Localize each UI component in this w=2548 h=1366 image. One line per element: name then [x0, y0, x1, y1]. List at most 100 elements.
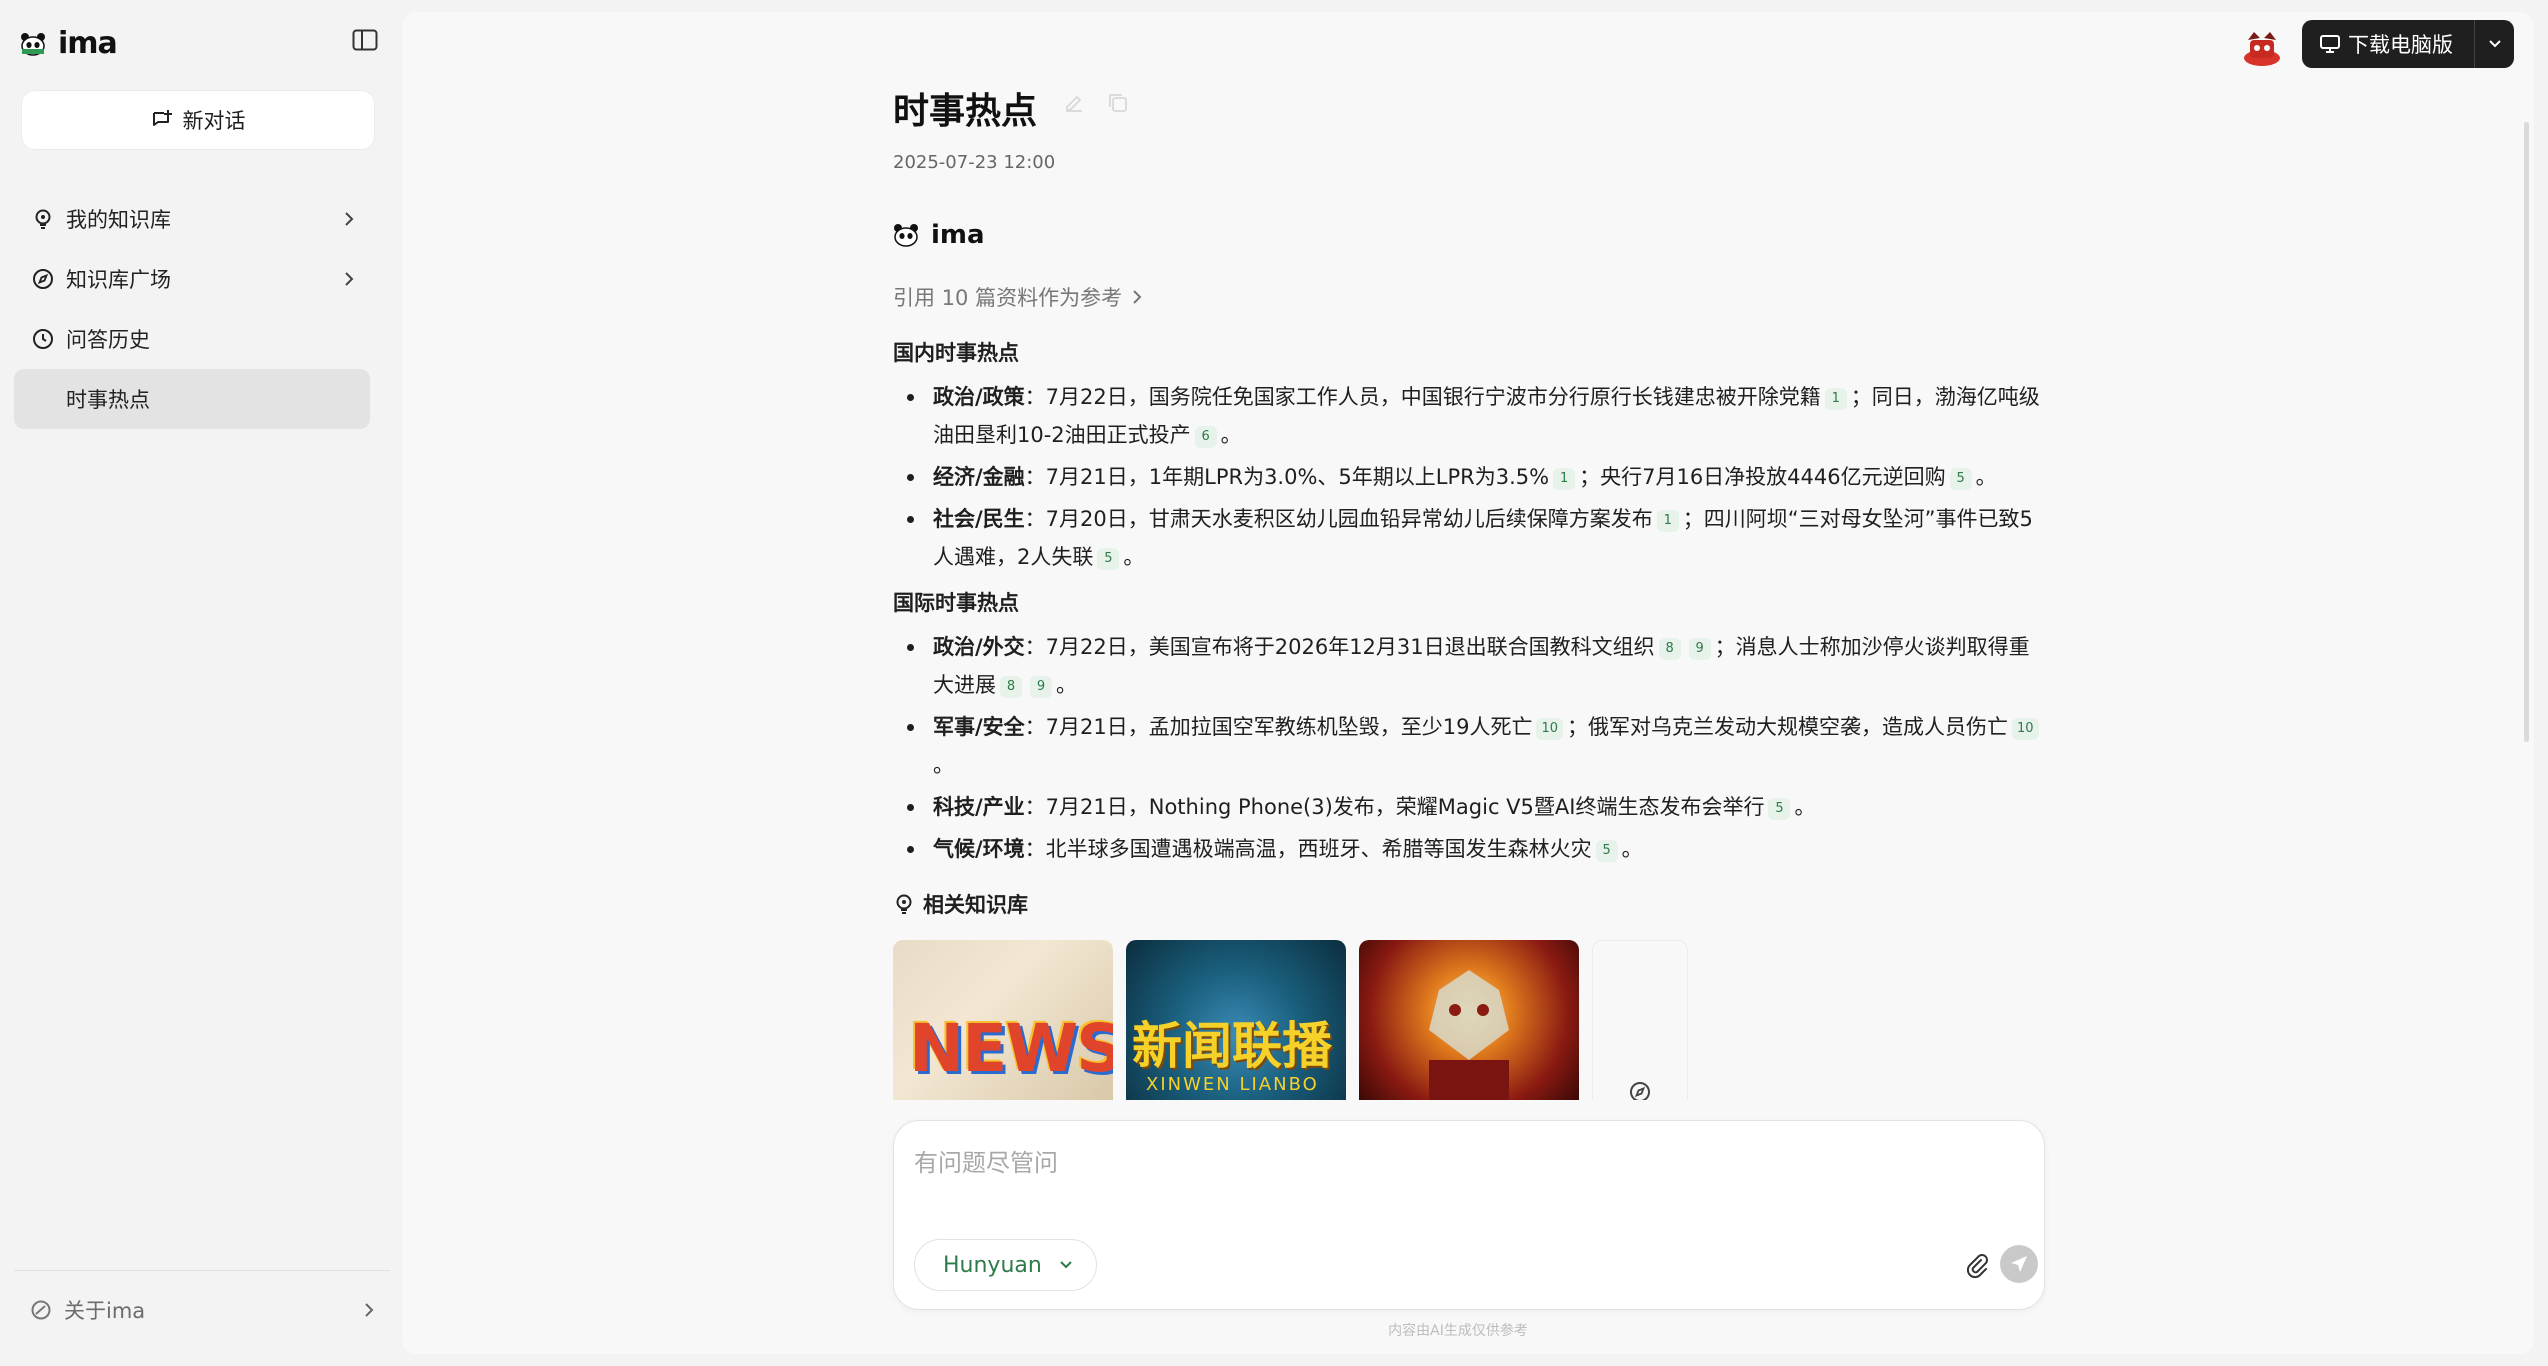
kb-card-more[interactable] [1592, 940, 1688, 1100]
attach-button[interactable] [1962, 1251, 1992, 1281]
item-text: 。 [1123, 545, 1145, 569]
question-input[interactable] [914, 1143, 2014, 1203]
citation-badge[interactable]: 6 [1194, 426, 1217, 448]
item-tag: 政治/政策 [933, 385, 1025, 409]
kb-card-art-subtext: XINWEN LIANBO [1146, 1074, 1319, 1095]
list-item: 政治/政策：7月22日，国务院任免国家工作人员，中国银行宁波市分行原行长钱建忠被… [893, 378, 2043, 454]
paperclip-icon [1966, 1254, 1988, 1279]
sidebar-item-my-knowledge-base[interactable]: 我的知识库 [14, 189, 370, 249]
sidebar-item-label: 我的知识库 [66, 208, 171, 232]
related-kb-label: 相关知识库 [923, 893, 1028, 917]
kb-card-dragon[interactable] [1359, 940, 1579, 1100]
chevron-right-icon [340, 269, 358, 289]
bulb-icon [32, 208, 54, 230]
sidebar-item-label: 知识库广场 [66, 268, 171, 292]
citation-badge[interactable]: 5 [1949, 468, 1972, 490]
new-chat-icon [152, 110, 172, 126]
list-item: 军事/安全：7月21日，孟加拉国空军教练机坠毁，至少19人死亡 10 ；俄军对乌克兰… [893, 708, 2043, 784]
citation-badge[interactable]: 8 [1658, 638, 1681, 660]
clock-icon [32, 328, 54, 350]
item-tag: 政治/外交 [933, 635, 1025, 659]
bot-header: ima [893, 220, 985, 250]
sidebar-divider [14, 1270, 390, 1271]
list-item: 政治/外交：7月22日，美国宣布将于2026年12月31日退出联合国教科文组织 8… [893, 628, 2043, 704]
model-selector[interactable]: Hunyuan [914, 1239, 1097, 1291]
chevron-down-icon [2488, 40, 2501, 48]
edit-icon[interactable] [1063, 92, 1085, 114]
composer: Hunyuan [893, 1120, 2045, 1310]
domestic-list: 政治/政策：7月22日，国务院任免国家工作人员，中国银行宁波市分行原行长钱建忠被… [893, 378, 2043, 576]
citation-badge[interactable]: 1 [1824, 388, 1847, 410]
item-text: ；央行7月16日净投放4446亿元逆回购 [1579, 465, 1946, 489]
citation-badge[interactable]: 10 [1536, 718, 1564, 740]
citation-badge[interactable]: 5 [1595, 840, 1618, 862]
answer-body: 国内时事热点 政治/政策：7月22日，国务院任免国家工作人员，中国银行宁波市分行… [893, 334, 2043, 876]
title-actions [1063, 92, 1129, 114]
citation-badge[interactable]: 8 [1000, 676, 1022, 698]
ai-disclaimer: 内容由AI生成仅供参考 [402, 1320, 2534, 1340]
page-title: 时事热点 [893, 91, 1038, 132]
section-heading-domestic: 国内时事热点 [893, 341, 1019, 365]
leaf-icon [30, 1299, 52, 1321]
list-item: 社会/民生：7月20日，甘肃天水麦积区幼儿园血铅异常幼儿后续保障方案发布 1 ；四川… [893, 500, 2043, 576]
citation-badge[interactable]: 1 [1553, 468, 1576, 490]
kb-card-news[interactable]: NEWS [893, 940, 1113, 1100]
section-heading-international: 国际时事热点 [893, 591, 1019, 615]
list-item: 经济/金融：7月21日，1年期LPR为3.0%、5年期以上LPR为3.5% 1 ；央… [893, 458, 2043, 496]
download-desktop-button[interactable]: 下载电脑版 [2302, 20, 2514, 68]
main-panel: 下载电脑版 时事热点 2025-07-23 12:00 ima 引用 10 篇资… [402, 12, 2534, 1354]
download-options-dropdown[interactable] [2475, 20, 2514, 68]
item-text: 。 [1794, 795, 1816, 819]
new-chat-label: 新对话 [182, 109, 246, 133]
app-logo[interactable]: ima [20, 26, 118, 61]
about-ima-button[interactable]: 关于ima [14, 1280, 384, 1340]
user-avatar[interactable] [2240, 28, 2284, 68]
sidebar-item-label: 问答历史 [66, 328, 150, 352]
panda-avatar-icon [894, 224, 918, 247]
item-tag: 社会/民生 [933, 507, 1025, 531]
list-item: 气候/环境：北半球多国遭遇极端高温，西班牙、希腊等国发生森林火灾 5。 [893, 830, 2043, 868]
list-item: 科技/产业：7月21日，Nothing Phone(3)发布，荣耀Magic V… [893, 788, 2043, 826]
kb-card-xinwen-lianbo[interactable]: 新闻联播 XINWEN LIANBO [1126, 940, 1346, 1100]
item-text: ：7月22日，国务院任免国家工作人员，中国银行宁波市分行原行长钱建忠被开除党籍 [1024, 385, 1821, 409]
bot-name: ima [931, 220, 985, 250]
content-scrollbar[interactable] [2524, 122, 2529, 742]
item-tag: 科技/产业 [933, 795, 1025, 819]
sidebar-item-qa-history[interactable]: 问答历史 [14, 309, 370, 369]
item-text: 。 [1975, 465, 1997, 489]
kb-card-art-text: 新闻联播 [1132, 1017, 1332, 1075]
toggle-sidebar-icon[interactable] [352, 29, 378, 51]
item-tag: 气候/环境 [933, 837, 1025, 861]
bulb-icon [896, 894, 912, 914]
chevron-right-icon [1133, 290, 1142, 304]
copy-icon[interactable] [1107, 92, 1129, 114]
dragon-image [1429, 970, 1509, 1100]
citation-badge[interactable]: 9 [1030, 676, 1052, 698]
sidebar: ima 新对话 我的知识库 知识库广场 问答历史 时事热点 关于ima [0, 0, 402, 1366]
kb-card-art-text: NEWS [909, 1010, 1113, 1087]
citation-badge[interactable]: 5 [1768, 798, 1791, 820]
chevron-right-icon [340, 209, 358, 229]
logo-text: ima [58, 26, 118, 61]
sidebar-item-knowledge-square[interactable]: 知识库广场 [14, 249, 370, 309]
about-label: 关于ima [64, 1299, 146, 1323]
monitor-icon [2320, 35, 2340, 53]
citation-badge[interactable]: 10 [2012, 718, 2039, 740]
item-text: ：7月21日，孟加拉国空军教练机坠毁，至少19人死亡 [1024, 715, 1533, 739]
references-link[interactable]: 引用 10 篇资料作为参考 [893, 282, 1144, 312]
citation-badge[interactable]: 9 [1688, 638, 1711, 660]
compass-icon [1629, 1081, 1651, 1100]
download-main-part[interactable]: 下载电脑版 [2302, 20, 2474, 68]
related-kb-heading: 相关知识库 [893, 889, 1028, 919]
send-button[interactable] [2000, 1245, 2038, 1283]
item-text: ：北半球多国遭遇极端高温，西班牙、希腊等国发生森林火灾 [1024, 837, 1592, 861]
chevron-right-icon [360, 1300, 378, 1320]
new-chat-button[interactable]: 新对话 [21, 90, 375, 150]
item-tag: 军事/安全 [933, 715, 1025, 739]
chevron-down-icon [1060, 1261, 1072, 1269]
citation-badge[interactable]: 5 [1097, 548, 1120, 570]
citation-badge[interactable]: 1 [1656, 510, 1679, 532]
item-text: ：7月21日，1年期LPR为3.0%、5年期以上LPR为3.5% [1024, 465, 1550, 489]
history-item-current-affairs[interactable]: 时事热点 [14, 369, 370, 429]
item-text: 。 [1621, 837, 1643, 861]
